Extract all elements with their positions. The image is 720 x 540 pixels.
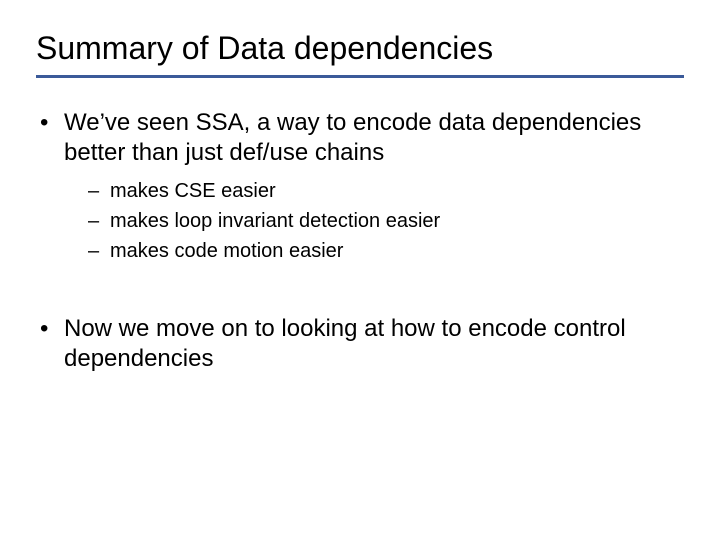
sub-bullet-text: makes code motion easier [110, 240, 343, 262]
bullet-item: Now we move on to looking at how to enco… [36, 314, 684, 374]
bullet-list: We’ve seen SSA, a way to encode data dep… [36, 108, 684, 264]
spacer [36, 274, 684, 314]
slide: Summary of Data dependencies We’ve seen … [0, 0, 720, 540]
sub-bullet-text: makes loop invariant detection easier [110, 210, 440, 232]
sub-bullet-text: makes CSE easier [110, 180, 276, 202]
bullet-item: We’ve seen SSA, a way to encode data dep… [36, 108, 684, 264]
sub-bullet-item: makes loop invariant detection easier [88, 208, 684, 234]
bullet-text: We’ve seen SSA, a way to encode data dep… [64, 109, 641, 166]
bullet-text: Now we move on to looking at how to enco… [64, 315, 626, 372]
slide-title: Summary of Data dependencies [36, 30, 684, 78]
sub-bullet-item: makes CSE easier [88, 178, 684, 204]
sub-bullet-list: makes CSE easier makes loop invariant de… [64, 178, 684, 264]
bullet-list: Now we move on to looking at how to enco… [36, 314, 684, 374]
sub-bullet-item: makes code motion easier [88, 238, 684, 264]
